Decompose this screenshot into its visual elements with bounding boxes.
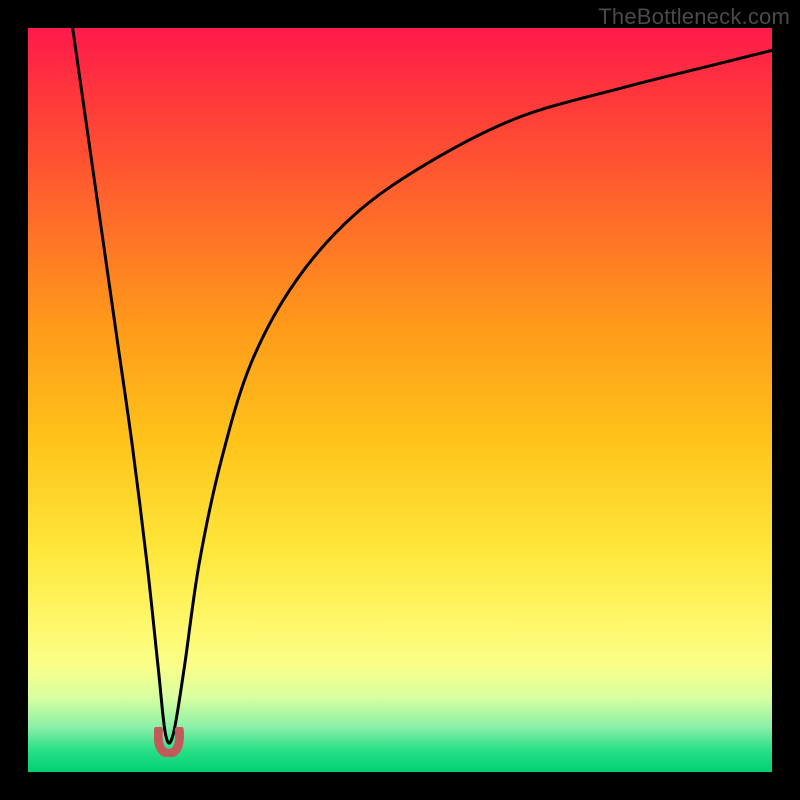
chart-plot-area — [28, 28, 772, 772]
bottleneck-curve — [28, 28, 772, 772]
watermark-text: TheBottleneck.com — [598, 4, 790, 30]
dip-marker — [154, 727, 184, 757]
